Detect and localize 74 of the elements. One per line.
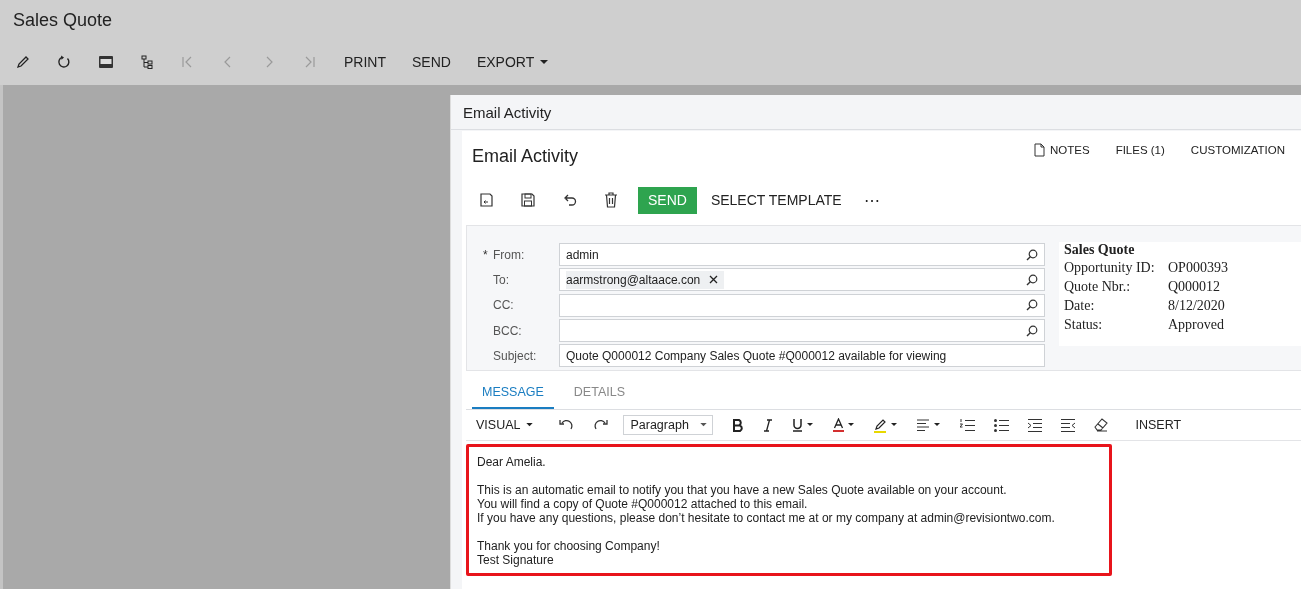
indent-icon[interactable]: [1028, 418, 1043, 432]
undo-icon[interactable]: [562, 192, 578, 208]
message-body[interactable]: [466, 444, 1112, 576]
message-line: Test Signature: [477, 553, 555, 567]
pencil-icon[interactable]: [16, 55, 30, 69]
eraser-icon[interactable]: [1094, 418, 1110, 432]
pdf-icon[interactable]: [98, 55, 114, 69]
header-link[interactable]: FILES (1): [1115, 143, 1165, 157]
save-close-icon[interactable]: [478, 192, 494, 208]
caret-icon: [526, 423, 534, 427]
trash-icon[interactable]: [604, 192, 618, 208]
mode-dropdown[interactable]: VISUAL: [470, 417, 540, 433]
toolbar-button[interactable]: EXPORT: [476, 54, 549, 70]
dialog-title: Email Activity: [463, 103, 552, 121]
input-field[interactable]: [559, 319, 1045, 343]
preview-value: Approved: [1168, 316, 1224, 334]
input-field[interactable]: Quote Q000012 Company Sales Quote #Q000012 available for viewing: [559, 344, 1045, 368]
preview-label: Opportunity ID:: [1064, 259, 1156, 277]
redo-icon[interactable]: [593, 418, 610, 432]
message-line: This is an automatic email to notify you that you have a new Sales Quote available on your account.: [477, 483, 1008, 497]
form-heading: Email Activity: [471, 145, 579, 167]
tab[interactable]: MESSAGE: [472, 385, 554, 409]
field-label: CC:: [493, 298, 514, 313]
message-line: If you have any questions, please don’t hesitate to contact me at or my company at admin@revisiontwo.com.: [477, 511, 1056, 525]
bullet-list-icon[interactable]: [994, 418, 1010, 432]
text-color-icon[interactable]: [833, 418, 856, 432]
preview-value: OP000393: [1168, 259, 1228, 277]
message-line: You will find a copy of Quote #Q000012 attached to this email.: [477, 497, 809, 511]
tab[interactable]: DETAILS: [563, 385, 635, 409]
underline-icon[interactable]: [792, 418, 815, 432]
remove-icon[interactable]: [709, 275, 719, 285]
required-mark: *: [483, 247, 489, 262]
field-label: To:: [493, 272, 509, 287]
highlighter-icon[interactable]: [874, 417, 899, 433]
bold-icon[interactable]: [732, 418, 745, 432]
search-icon[interactable]: [1026, 248, 1038, 261]
message-line: Thank you for choosing Company!: [477, 539, 661, 553]
toolbar-button[interactable]: SEND: [412, 54, 451, 70]
input-field[interactable]: aarmstrong@altaace.con: [559, 268, 1045, 292]
preview-value: 8/12/2020: [1168, 297, 1225, 315]
refresh-icon[interactable]: [57, 55, 71, 69]
search-icon[interactable]: [1026, 273, 1038, 286]
input-field[interactable]: admin: [559, 243, 1045, 267]
field-label: BCC:: [493, 323, 522, 338]
header-link[interactable]: NOTES: [1034, 143, 1090, 157]
preview-label: Quote Nbr.:: [1064, 278, 1132, 296]
italic-icon[interactable]: [763, 418, 774, 432]
undo-icon[interactable]: [558, 418, 575, 432]
message-line: Dear Amelia.: [477, 455, 547, 469]
field-label: From:: [493, 247, 525, 262]
insert-button[interactable]: INSERT: [1129, 417, 1188, 433]
align-icon[interactable]: [917, 419, 942, 431]
caret-icon: [540, 59, 549, 65]
preview-label: Status:: [1064, 316, 1104, 334]
format-dropdown[interactable]: Paragraph: [623, 415, 714, 435]
hierarchy-icon[interactable]: [141, 55, 153, 69]
search-icon[interactable]: [1026, 324, 1038, 337]
page-title: Sales Quote: [12, 9, 113, 31]
recipient-chip[interactable]: aarmstrong@altaace.con: [566, 270, 725, 289]
preview-value: Q000012: [1168, 278, 1221, 296]
select-template-button[interactable]: SELECT TEMPLATE: [704, 191, 848, 209]
numbered-list-icon[interactable]: [960, 418, 976, 432]
caret-icon: [700, 423, 708, 427]
input-field[interactable]: [559, 293, 1045, 317]
outdent-icon[interactable]: [1061, 418, 1076, 432]
search-icon[interactable]: [1026, 299, 1038, 312]
header-link[interactable]: CUSTOMIZATION: [1190, 143, 1285, 157]
preview-title: Sales Quote: [1064, 242, 1136, 258]
more-button[interactable]: ⋯: [857, 189, 886, 211]
document-icon: [1034, 143, 1045, 157]
save-icon[interactable]: [520, 192, 536, 208]
preview-label: Date:: [1064, 297, 1096, 315]
field-label: Subject:: [493, 348, 537, 363]
toolbar-button[interactable]: PRINT: [344, 54, 386, 70]
